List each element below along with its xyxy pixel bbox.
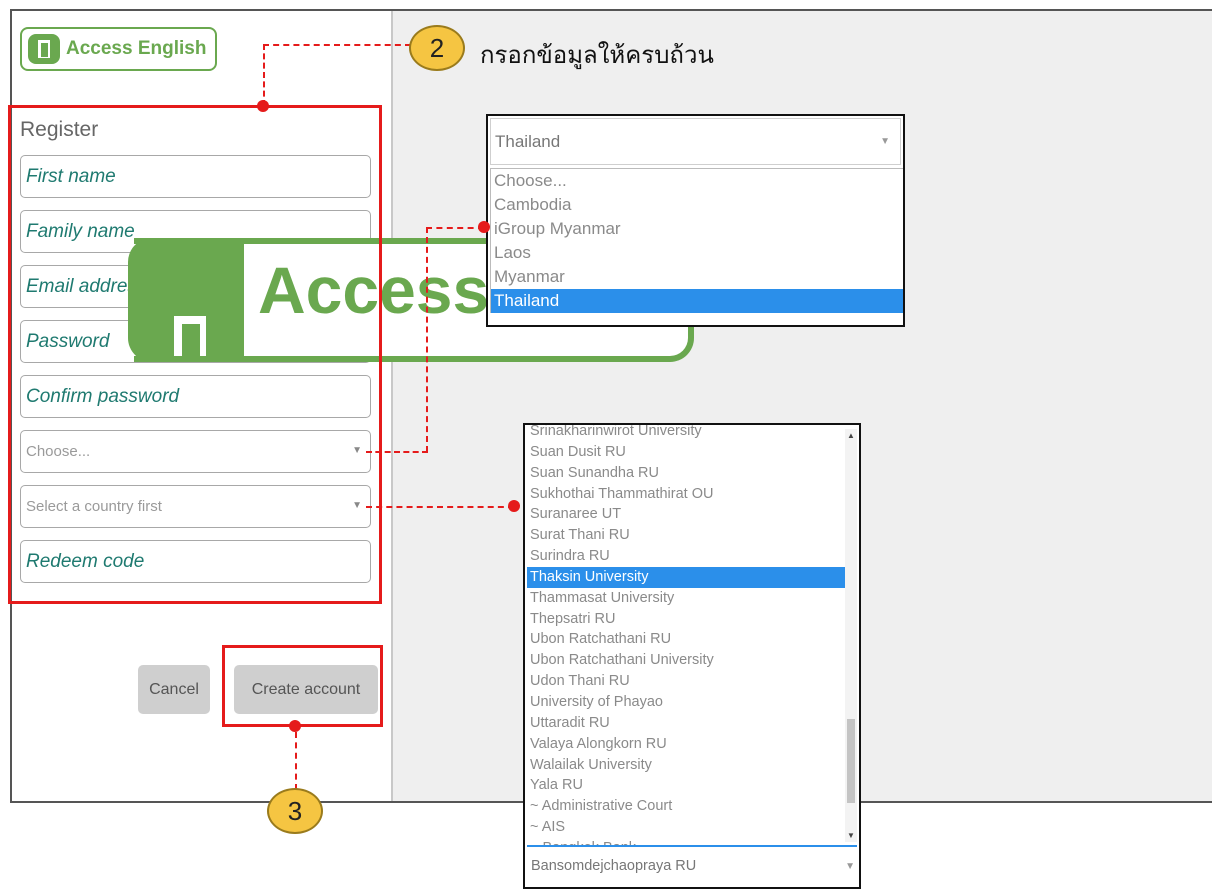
dropdown-option[interactable]: Thaksin University xyxy=(527,566,849,588)
dropdown-option[interactable]: Choose... xyxy=(491,169,903,193)
create-account-highlight-box xyxy=(222,645,383,727)
chevron-down-icon: ▼ xyxy=(880,136,890,147)
dropdown-option[interactable]: Udon Thani RU xyxy=(527,671,849,692)
dropdown-option[interactable]: Surindra RU xyxy=(527,546,849,567)
connector-line xyxy=(263,44,411,46)
step-2-badge: 2 xyxy=(409,25,465,71)
connector-line xyxy=(426,227,428,452)
connector-dot xyxy=(289,720,301,732)
country-dropdown[interactable]: Thailand ▼ Choose... Cambodia iGroup Myanm… xyxy=(486,114,905,327)
dropdown-option[interactable]: Yala RU xyxy=(527,775,849,796)
dropdown-option[interactable]: Myanmar xyxy=(491,265,903,289)
dropdown-option[interactable]: Sukhothai Thammathirat OU xyxy=(527,484,849,505)
connector-line xyxy=(263,44,265,106)
cancel-button[interactable]: Cancel xyxy=(138,665,210,714)
dropdown-option[interactable]: Suranaree UT xyxy=(527,504,849,525)
scrollbar-thumb[interactable] xyxy=(847,719,855,803)
connector-line xyxy=(426,227,484,229)
dropdown-option[interactable]: Cambodia xyxy=(491,193,903,217)
form-highlight-box xyxy=(8,105,382,604)
dropdown-option[interactable]: Thammasat University xyxy=(527,588,849,609)
brand-logo-small: Access English xyxy=(20,27,217,71)
step-3-badge: 3 xyxy=(267,788,323,834)
dropdown-option[interactable]: Suan Sunandha RU xyxy=(527,463,849,484)
country-dropdown-selected[interactable]: Thailand ▼ xyxy=(490,118,901,165)
door-icon xyxy=(28,34,60,64)
chevron-down-icon: ▼ xyxy=(845,861,855,872)
step-2-instruction: กรอกข้อมูลให้ครบถ้วน xyxy=(480,42,714,69)
dropdown-option[interactable]: Valaya Alongkorn RU xyxy=(527,734,849,755)
dropdown-option[interactable]: Laos xyxy=(491,241,903,265)
country-dropdown-selected-value: Thailand xyxy=(495,131,561,151)
connector-dot xyxy=(257,100,269,112)
scroll-up-icon[interactable]: ▲ xyxy=(847,431,855,440)
connector-line xyxy=(366,451,428,453)
dropdown-option[interactable]: iGroup Myanmar xyxy=(491,217,903,241)
brand-name: Access English xyxy=(66,38,207,59)
dropdown-option[interactable]: Thepsatri RU xyxy=(527,609,849,630)
connector-line xyxy=(295,732,297,790)
scroll-down-icon[interactable]: ▼ xyxy=(847,831,855,840)
dropdown-option[interactable]: ~ AIS xyxy=(527,817,849,838)
university-dropdown-selected[interactable]: Bansomdejchaopraya RU ▼ xyxy=(527,845,857,885)
connector-dot xyxy=(478,221,490,233)
dropdown-option[interactable]: Uttaradit RU xyxy=(527,713,849,734)
university-dropdown-selected-value: Bansomdejchaopraya RU xyxy=(531,858,697,874)
dropdown-option[interactable]: Ubon Ratchathani RU xyxy=(527,629,849,650)
dropdown-option[interactable]: ~ Administrative Court xyxy=(527,796,849,817)
dropdown-option[interactable]: Thailand xyxy=(491,289,903,313)
university-options-list: Srinakharinwirot University Suan Dusit RU… xyxy=(527,425,849,859)
dropdown-option[interactable]: University of Phayao xyxy=(527,692,849,713)
dropdown-option[interactable]: Srinakharinwirot University xyxy=(527,425,849,442)
dropdown-option[interactable]: Suan Dusit RU xyxy=(527,442,849,463)
university-dropdown[interactable]: Srinakharinwirot University Suan Dusit RU… xyxy=(523,423,861,889)
dropdown-scrollbar[interactable]: ▲ ▼ xyxy=(845,429,857,842)
dropdown-option[interactable]: Ubon Ratchathani University xyxy=(527,650,849,671)
dropdown-option[interactable]: Walailak University xyxy=(527,755,849,776)
connector-line xyxy=(366,506,514,508)
country-options-list: Choose... Cambodia iGroup Myanmar Laos Myanm… xyxy=(490,168,903,313)
dropdown-option[interactable]: Surat Thani RU xyxy=(527,525,849,546)
connector-dot xyxy=(508,500,520,512)
